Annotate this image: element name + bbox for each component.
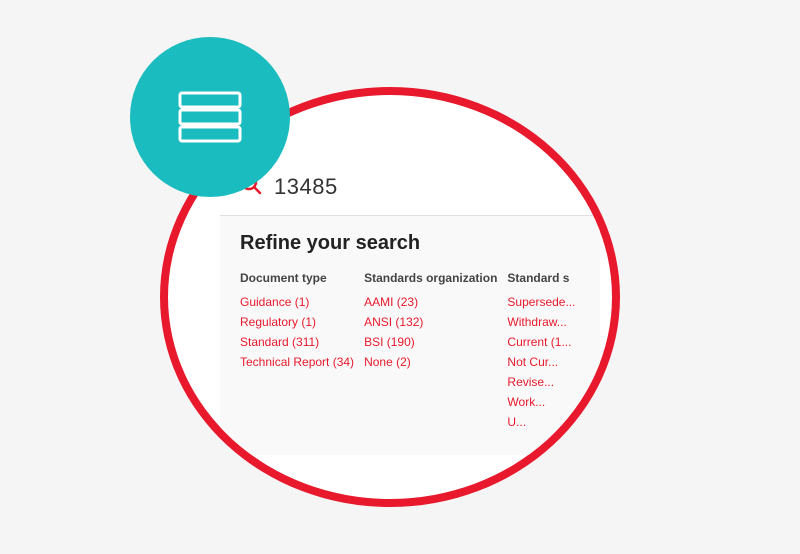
- scene: 13485 Refine your search Document type G…: [100, 37, 700, 517]
- refine-section: Refine your search Document type Guidanc…: [220, 216, 600, 455]
- filter-item[interactable]: Withdraw...: [507, 315, 580, 329]
- filter-item[interactable]: Revise...: [507, 375, 580, 389]
- filter-item[interactable]: Standard (311): [240, 335, 354, 349]
- filter-item[interactable]: ANSI (132): [364, 315, 497, 329]
- search-results-card: 13485 Refine your search Document type G…: [220, 159, 600, 455]
- search-query-value: 13485: [274, 174, 338, 200]
- filter-item[interactable]: Work...: [507, 395, 580, 409]
- filters-grid: Document type Guidance (1) Regulatory (1…: [240, 271, 580, 435]
- filter-item[interactable]: Technical Report (34): [240, 355, 354, 369]
- filter-item[interactable]: Supersede...: [507, 295, 580, 309]
- teal-circle: [130, 37, 290, 197]
- layers-svg-icon: [175, 91, 245, 143]
- col-header-standard-status: Standard s: [507, 271, 580, 285]
- filter-item[interactable]: Regulatory (1): [240, 315, 354, 329]
- col-header-standards-org: Standards organization: [364, 271, 497, 285]
- filter-column-standard-status: Standard s Supersede... Withdraw... Curr…: [507, 271, 580, 435]
- filter-item[interactable]: U...: [507, 415, 580, 429]
- filter-column-standards-org: Standards organization AAMI (23) ANSI (1…: [364, 271, 497, 435]
- filter-item-not-current[interactable]: Not Cur...: [507, 355, 580, 369]
- filter-item[interactable]: AAMI (23): [364, 295, 497, 309]
- filter-item[interactable]: BSI (190): [364, 335, 497, 349]
- search-bar[interactable]: 13485: [220, 159, 600, 216]
- filter-item[interactable]: None (2): [364, 355, 497, 369]
- filter-item[interactable]: Guidance (1): [240, 295, 354, 309]
- refine-title: Refine your search: [240, 232, 580, 255]
- layers-icon: [175, 91, 245, 143]
- filter-item[interactable]: Current (1...: [507, 335, 580, 349]
- col-header-document-type: Document type: [240, 271, 354, 285]
- filter-column-document-type: Document type Guidance (1) Regulatory (1…: [240, 271, 354, 435]
